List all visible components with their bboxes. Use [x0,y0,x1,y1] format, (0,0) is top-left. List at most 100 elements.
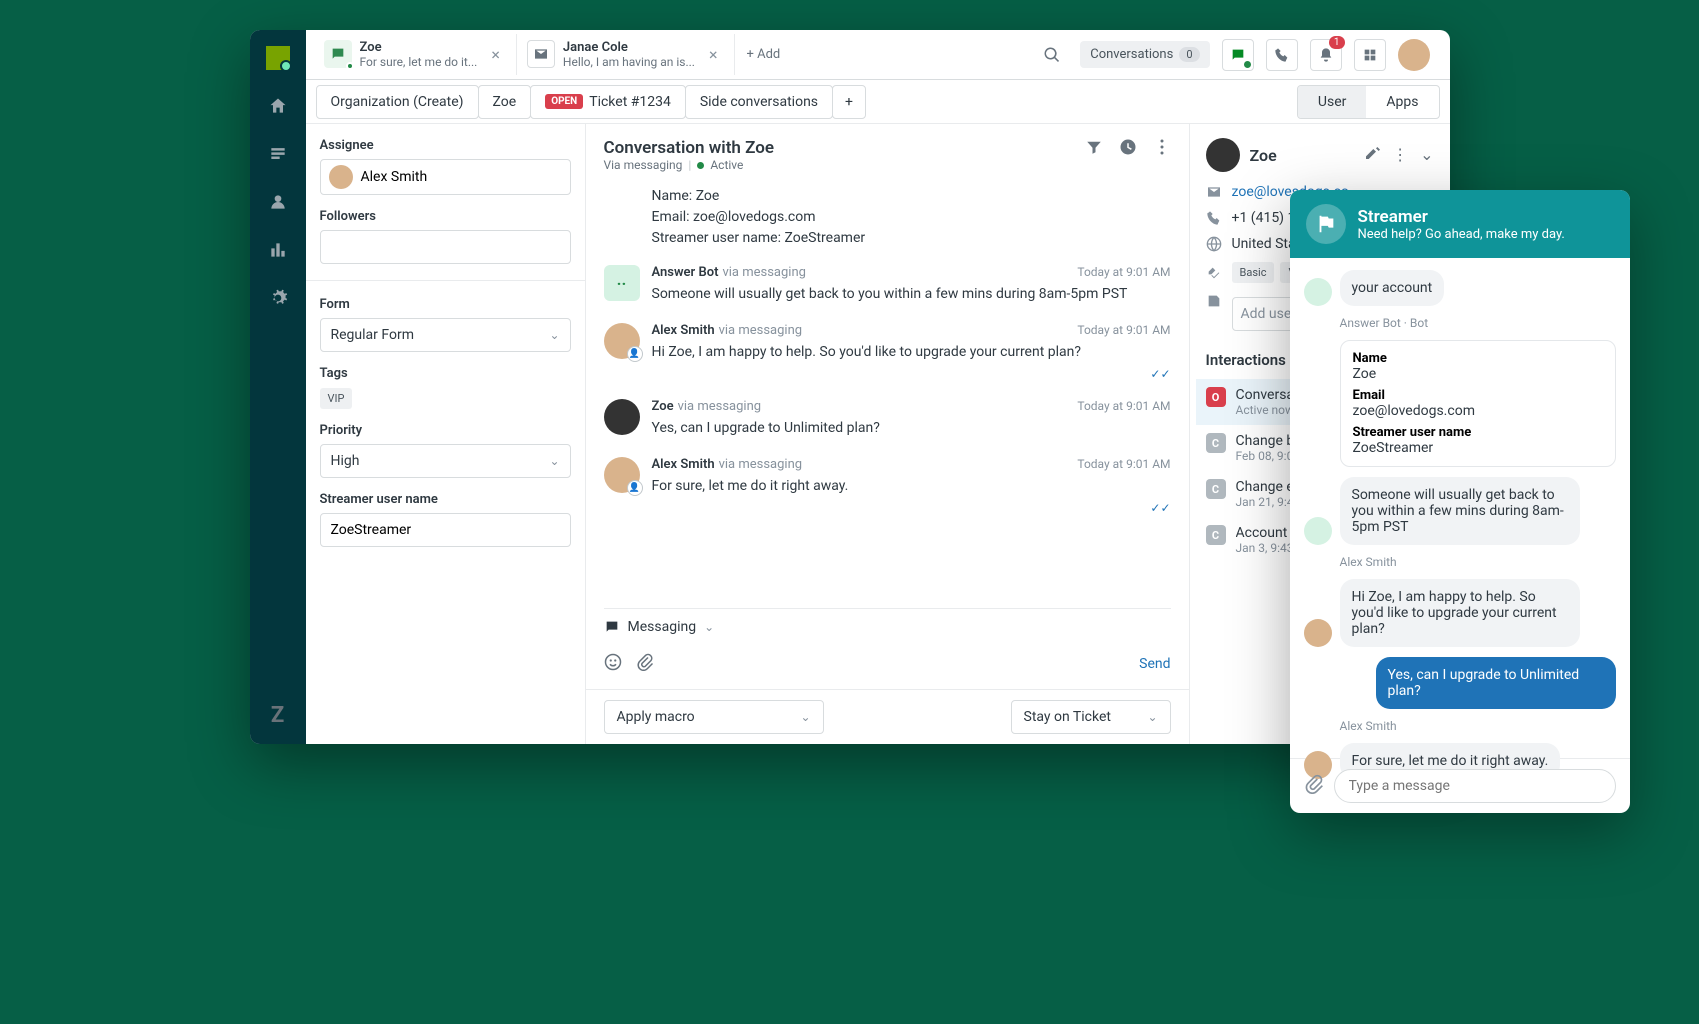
tab-1-close[interactable]: × [703,45,724,64]
widget-agent-meta: Alex Smith [1340,555,1616,569]
profile-avatar[interactable] [1398,39,1430,71]
more-icon[interactable]: ⋮ [1392,145,1408,165]
agent-avatar [1304,619,1332,647]
read-receipt-icon: ✓✓ [1150,501,1170,515]
chat-widget: Streamer Need help? Go ahead, make my da… [1290,190,1630,813]
status-badge: OPEN [545,94,583,109]
notification-count: 1 [1329,36,1345,49]
macro-select[interactable]: Apply macro⌄ [604,700,824,734]
message-user: Zoevia messagingToday at 9:01 AM Yes, ca… [604,399,1171,439]
conversation-title: Conversation with Zoe [604,138,775,158]
bot-avatar [1304,517,1332,545]
notifications-icon[interactable]: 1 [1310,39,1342,71]
form-label: Form [320,297,571,312]
more-icon[interactable] [1153,138,1171,160]
via-channel: Via messaging [604,158,683,172]
followers-field[interactable] [320,230,571,264]
tag-vip[interactable]: VIP [320,388,353,409]
send-button[interactable]: Send [1139,656,1170,672]
widget-message: your account [1340,270,1445,306]
widget-header: Streamer Need help? Go ahead, make my da… [1290,190,1630,258]
admin-icon[interactable] [266,286,290,310]
chevron-down-icon[interactable]: ⌄ [1420,145,1433,165]
attachment-icon[interactable] [636,653,654,675]
status-closed-icon: C [1206,525,1226,545]
user-avatar [604,399,640,435]
workspace-tabs: Zoe For sure, let me do it... × Janae Co… [306,30,1450,80]
ticket-tab-0[interactable]: Zoe For sure, let me do it... × [314,34,517,76]
status-closed-icon: C [1206,479,1226,499]
widget-message: Hi Zoe, I am happy to help. So you'd lik… [1340,579,1580,647]
history-icon[interactable] [1119,138,1137,160]
filter-icon[interactable] [1085,138,1103,160]
ticket-footer: Apply macro⌄ Stay on Ticket⌄ [586,689,1189,744]
tags-label: Tags [320,366,571,381]
message-bot: ·· Answer Botvia messagingToday at 9:01 … [604,265,1171,305]
customer-name: Zoe [1250,146,1355,165]
user-tag[interactable]: Basic [1232,262,1275,283]
chat-status-icon[interactable] [1222,39,1254,71]
ticket-tab[interactable]: OPEN Ticket #1234 [530,85,686,119]
nav-rail: Z [250,30,306,744]
customer-avatar [1206,138,1240,172]
reporting-icon[interactable] [266,238,290,262]
active-dot-icon [697,162,704,169]
requester-tab[interactable]: Zoe [478,85,532,119]
apps-toggle[interactable]: Apps [1366,86,1438,118]
product-logo[interactable] [266,46,290,70]
apps-icon[interactable] [1354,39,1386,71]
zendesk-logo: Z [271,703,284,728]
flag-icon [1306,204,1346,244]
read-receipt-icon: ✓✓ [1150,367,1170,381]
context-toggle: User Apps [1297,85,1440,119]
edit-icon[interactable] [1364,145,1380,165]
widget-agent-meta: Alex Smith [1340,719,1616,733]
info-card: NameZoe Emailzoe@lovedogs.com Streamer u… [1340,340,1616,467]
home-icon[interactable] [266,94,290,118]
ticket-properties: Assignee Alex Smith Followers Form Regul… [306,124,586,744]
agent-avatar: 👤 [604,323,640,359]
search-icon[interactable] [1036,39,1068,71]
tab-0-close[interactable]: × [485,45,506,64]
customers-icon[interactable] [266,190,290,214]
customer-info-block: Name: Zoe Email: zoe@lovedogs.com Stream… [652,186,1171,249]
message-agent-2: 👤 Alex Smithvia messagingToday at 9:01 A… [604,457,1171,515]
context-tabs: Organization (Create) Zoe OPEN Ticket #1… [306,80,1450,124]
side-conversations-tab[interactable]: Side conversations [685,85,833,119]
status-closed-icon: C [1206,433,1226,453]
status-open-icon: O [1206,387,1226,407]
tab-0-title: Zoe [360,40,478,56]
add-tab[interactable]: + Add [735,47,793,62]
tab-1-subtitle: Hello, I am having an is... [563,55,695,69]
assignee-label: Assignee [320,138,571,153]
conversation-panel: Conversation with Zoe Via messaging | Ac… [586,124,1190,744]
widget-message-input[interactable] [1334,769,1616,803]
attachment-icon[interactable] [1304,774,1324,798]
views-icon[interactable] [266,142,290,166]
assignee-field[interactable]: Alex Smith [320,159,571,195]
conversation-status: Active [710,158,743,172]
org-tab[interactable]: Organization (Create) [316,85,479,119]
add-side-conversation[interactable]: + [832,85,866,119]
priority-label: Priority [320,423,571,438]
bot-avatar: ·· [604,265,640,301]
assignee-avatar [329,165,353,189]
followers-label: Followers [320,209,571,224]
submit-select[interactable]: Stay on Ticket⌄ [1011,700,1171,734]
ticket-tab-1[interactable]: Janae Cole Hello, I am having an is... × [517,34,735,76]
widget-user-message: Yes, can I upgrade to Unlimited plan? [1376,657,1616,709]
compose-channel-select[interactable]: Messaging ⌄ [586,609,1189,645]
tab-0-subtitle: For sure, let me do it... [360,55,478,69]
custom-field-input[interactable] [320,513,571,547]
widget-bot-meta: Answer Bot · Bot [1340,316,1616,330]
user-toggle[interactable]: User [1298,86,1366,118]
form-select[interactable]: Regular Form⌄ [320,318,571,352]
agent-avatar: 👤 [604,457,640,493]
talk-icon[interactable] [1266,39,1298,71]
tab-1-title: Janae Cole [563,40,695,56]
conversations-pill[interactable]: Conversations 0 [1080,41,1209,68]
priority-select[interactable]: High⌄ [320,444,571,478]
widget-message: Someone will usually get back to you wit… [1340,477,1580,545]
emoji-icon[interactable] [604,653,622,675]
message-agent-1: 👤 Alex Smithvia messagingToday at 9:01 A… [604,323,1171,381]
